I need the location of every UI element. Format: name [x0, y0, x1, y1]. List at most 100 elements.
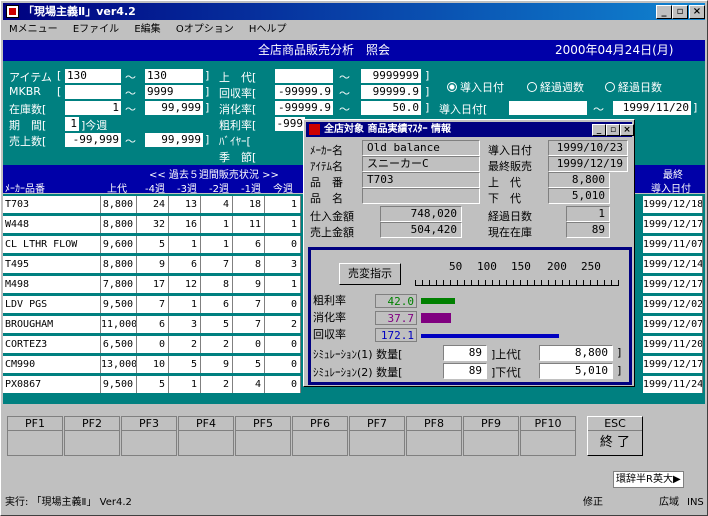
maker-code-header: ﾒｰｶｰ品番 [5, 184, 45, 195]
table-cell-w1: 12 [169, 276, 201, 293]
function-key-label: PF9 [464, 417, 518, 431]
week1-header: -1週 [241, 184, 261, 195]
weeks-header: << 過去５週間販売状況 >> [149, 170, 279, 181]
radio-elapsed-days[interactable]: 経過日数 [605, 79, 662, 95]
mkbr-to-input[interactable]: 9999 [145, 85, 203, 99]
table-cell-w3: 7 [233, 316, 265, 333]
stock-to-input[interactable]: 99,999 [145, 101, 203, 115]
sim2-mid: ]下代[ [491, 366, 522, 379]
maximize-button[interactable]: ▫ [672, 5, 688, 19]
margin-label: 粗利率[ [219, 119, 257, 132]
table-cell-w2: 7 [201, 256, 233, 273]
function-key-8[interactable]: PF8 [406, 416, 462, 456]
last-sale-label: 最終販売 [488, 160, 532, 173]
mkbr-label: MKBR [9, 85, 41, 98]
function-key-7[interactable]: PF7 [349, 416, 405, 456]
upper-price-value: 8,800 [548, 172, 610, 188]
price-to-input[interactable]: 9999999 [361, 69, 421, 83]
sim2-qty-input[interactable]: 89 [443, 363, 487, 379]
table-cell-d: 1999/12/17 [643, 276, 703, 293]
radio-intro-date[interactable]: 導入日付 [447, 79, 504, 95]
menu-item-edit[interactable]: E編集 [134, 24, 160, 35]
close-button[interactable]: × [689, 5, 705, 19]
menu-item-help[interactable]: Hヘルプ [249, 24, 287, 35]
period-input[interactable]: 1 [65, 117, 79, 131]
table-cell-code: W448 [3, 216, 101, 233]
function-key-1[interactable]: PF1 [7, 416, 63, 456]
table-cell-w2: 5 [201, 316, 233, 333]
function-key-2[interactable]: PF2 [64, 416, 120, 456]
margin-rate-bar [421, 298, 455, 304]
turn-to-input[interactable]: 99999.9 [361, 85, 421, 99]
price-header: 上代 [107, 184, 127, 195]
bracket: ] [617, 364, 622, 377]
dialog-minimize-button[interactable]: _ [592, 124, 606, 136]
intro-from-input[interactable] [509, 101, 587, 115]
dialog-maximize-button[interactable]: ▫ [606, 124, 620, 136]
price-from-input[interactable] [275, 69, 333, 83]
exit-label: 終 了 [599, 435, 631, 450]
function-key-9[interactable]: PF9 [463, 416, 519, 456]
item-from-input[interactable]: 130 [65, 69, 121, 83]
price-label: 上 代[ [219, 71, 257, 84]
function-key-label: PF7 [350, 417, 404, 431]
esc-button[interactable]: ESC 終 了 [587, 416, 643, 456]
mkbr-from-input[interactable] [65, 85, 121, 99]
margin-rate-label: 粗利率 [313, 294, 346, 307]
function-key-6[interactable]: PF6 [292, 416, 348, 456]
table-cell-price: 9,500 [101, 376, 137, 393]
stock-label: 在庫数[ [9, 103, 47, 116]
table-cell-d: 1999/12/07 [643, 316, 703, 333]
ime-status[interactable]: 環辞半R英大▶ [613, 471, 684, 488]
this-week-header: 今週 [273, 184, 293, 195]
sim1-mid: ]上代[ [491, 348, 522, 361]
dialog-close-button[interactable]: × [620, 124, 634, 136]
radio-elapsed-weeks[interactable]: 経過週数 [527, 79, 584, 95]
table-cell-w4: 0 [265, 356, 301, 373]
menu-item-file[interactable]: Eファイル [73, 24, 119, 35]
app-icon [6, 5, 19, 18]
table-cell-d: 1999/11/24 [643, 376, 703, 393]
menu-item-options[interactable]: Oオプション [176, 24, 234, 35]
table-cell-w1: 1 [169, 376, 201, 393]
sim1-price-input[interactable]: 8,800 [539, 345, 613, 361]
digest-to-input[interactable]: 50.0 [361, 101, 421, 115]
turn-rate-value: 172.1 [375, 328, 417, 342]
minimize-button[interactable]: _ [656, 5, 672, 19]
function-key-5[interactable]: PF5 [235, 416, 291, 456]
table-cell-w0: 9 [137, 256, 169, 273]
sim2-price-input[interactable]: 5,010 [539, 363, 613, 379]
turn-from-input[interactable]: -99999.9 [275, 85, 333, 99]
bracket: ] [205, 69, 210, 82]
stock-from-input[interactable]: 1 [65, 101, 121, 115]
function-key-4[interactable]: PF4 [178, 416, 234, 456]
table-cell-w2: 8 [201, 276, 233, 293]
table-cell-d: 1999/12/14 [643, 256, 703, 273]
intro-to-input[interactable]: 1999/11/20 [613, 101, 691, 115]
margin-rate-value: 42.0 [375, 294, 417, 308]
sales-from-input[interactable]: -99,999 [65, 133, 121, 147]
table-cell-w0: 24 [137, 196, 169, 213]
menu-item-menu[interactable]: Mメニュー [9, 24, 58, 35]
function-key-label: PF10 [521, 417, 575, 431]
name-value [362, 188, 480, 204]
tilde: ～ [125, 71, 136, 84]
table-cell-w3: 6 [233, 236, 265, 253]
bracket: ] [205, 101, 210, 114]
item-label: アイテム [9, 71, 52, 84]
table-cell-w4: 1 [265, 196, 301, 213]
sim1-qty-input[interactable]: 89 [443, 345, 487, 361]
item-to-input[interactable]: 130 [145, 69, 203, 83]
table-cell-w4: 2 [265, 316, 301, 333]
sales-to-input[interactable]: 99,999 [145, 133, 203, 147]
function-key-10[interactable]: PF10 [520, 416, 576, 456]
digest-from-input[interactable]: -99999.9 [275, 101, 333, 115]
table-cell-w3: 9 [233, 276, 265, 293]
margin-from-input[interactable]: -999 [275, 117, 305, 131]
table-cell-w4: 0 [265, 236, 301, 253]
table-cell-w4: 0 [265, 336, 301, 353]
table-cell-d: 1999/12/18 [643, 196, 703, 213]
price-change-button[interactable]: 売変指示 [339, 263, 401, 285]
table-cell-w1: 1 [169, 296, 201, 313]
function-key-3[interactable]: PF3 [121, 416, 177, 456]
